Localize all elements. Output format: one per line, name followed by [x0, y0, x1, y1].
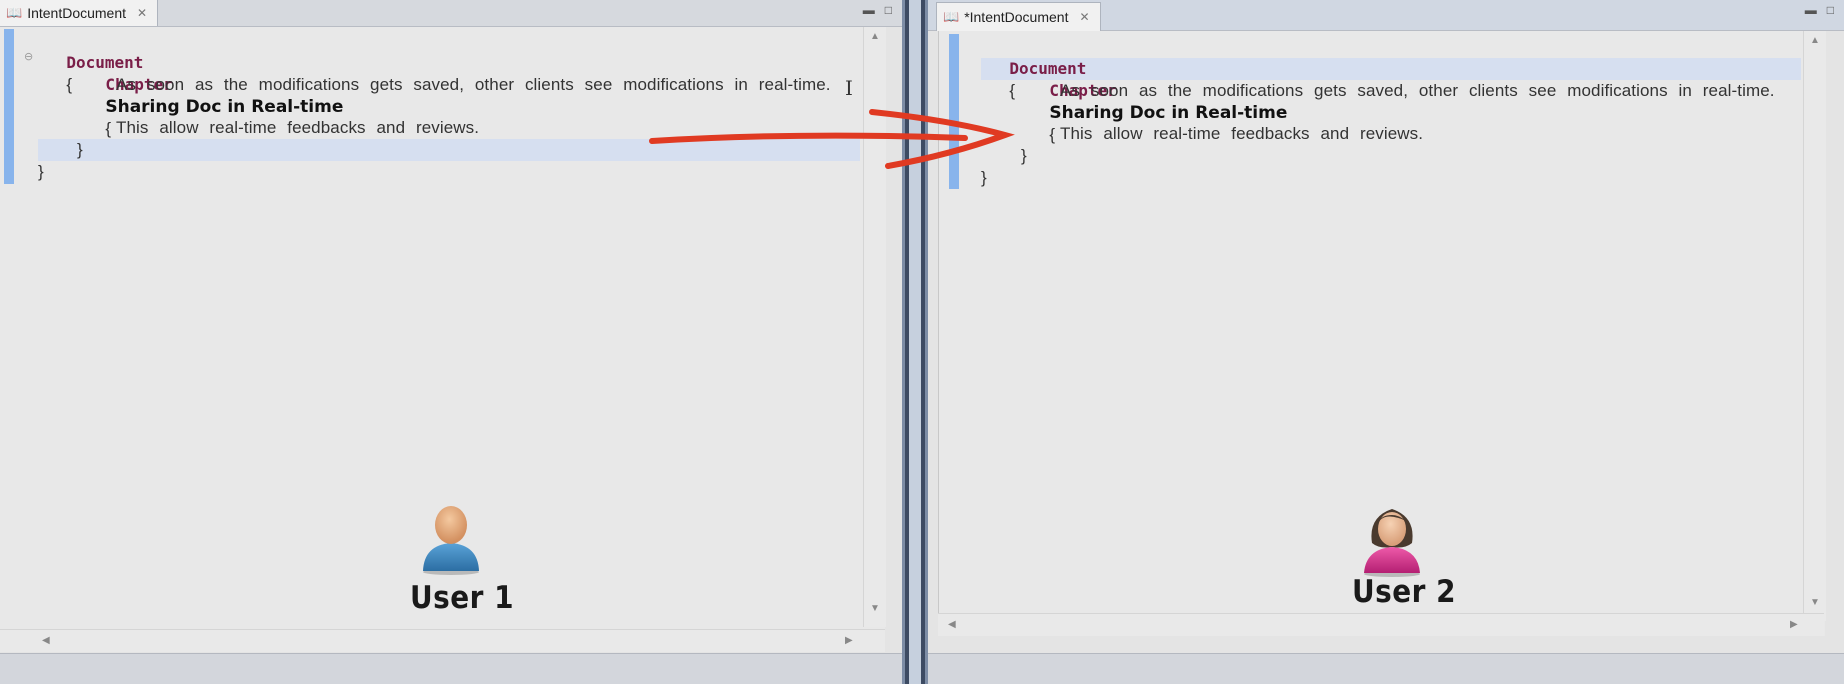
close-icon[interactable]: ✕: [1079, 10, 1089, 24]
right-editor-tab[interactable]: 📖 *IntentDocument ✕: [936, 2, 1101, 31]
book-icon: 📖: [6, 5, 23, 20]
minimize-icon[interactable]: ▬: [863, 3, 875, 17]
left-change-gutter: [4, 29, 14, 184]
document-close-brace: }: [981, 168, 987, 187]
maximize-icon[interactable]: □: [1827, 3, 1834, 17]
right-status-bar: [928, 653, 1844, 684]
window-divider[interactable]: [905, 0, 925, 684]
chapter-line: Chapter Sharing Doc in Real-time {: [1049, 81, 1288, 144]
left-horizontal-scrollbar[interactable]: ◀ ▶: [0, 629, 885, 652]
right-vertical-scrollbar[interactable]: ▲ ▼: [1803, 31, 1826, 621]
document-close-brace: }: [38, 162, 44, 181]
left-tab-bar: 📖 IntentDocument ✕ ▬ □: [0, 0, 902, 27]
book-icon: 📖: [943, 9, 960, 24]
scroll-left-arrow-icon[interactable]: ◀: [948, 619, 956, 630]
scroll-up-arrow-icon[interactable]: ▲: [1810, 35, 1820, 46]
chapter-line: Chapter Sharing Doc in Real-time {: [105, 75, 344, 138]
scroll-down-arrow-icon[interactable]: ▼: [870, 603, 880, 614]
right-tab-title: *IntentDocument: [964, 9, 1069, 25]
scroll-down-arrow-icon[interactable]: ▼: [1810, 597, 1820, 608]
current-line-highlight: [38, 139, 860, 161]
paragraph-line-1: As soon as the modifications gets saved,…: [116, 75, 831, 94]
chapter-close-brace: }: [1021, 146, 1027, 165]
female-user-icon: [1364, 509, 1420, 577]
paragraph-line-2: This allow real-time feedbacks and revie…: [116, 118, 480, 137]
collapse-icon[interactable]: ⊖: [24, 50, 33, 63]
left-vertical-scrollbar[interactable]: ▲ ▼: [863, 27, 886, 627]
scroll-up-arrow-icon[interactable]: ▲: [870, 31, 880, 42]
minimize-icon[interactable]: ▬: [1805, 3, 1817, 17]
right-change-gutter: [949, 34, 959, 189]
left-tab-title: IntentDocument: [27, 5, 127, 21]
text-cursor-icon: I: [845, 76, 853, 100]
left-text-editor[interactable]: ⊖ Document { Chapter Sharing Doc in Real…: [0, 27, 886, 629]
user-2-label: User 2: [1352, 574, 1457, 610]
user-1-label: User 1: [410, 580, 515, 616]
document-line: Document {: [1009, 59, 1087, 100]
right-editor-window: 📖 *IntentDocument ✕ ▬ □ Document { Chapt…: [925, 0, 1844, 684]
scroll-left-arrow-icon[interactable]: ◀: [42, 635, 50, 646]
left-editor-tab[interactable]: 📖 IntentDocument ✕: [0, 0, 159, 26]
paragraph-line-2: This allow real-time feedbacks and revie…: [1060, 124, 1424, 143]
left-window-controls: ▬ □: [863, 3, 892, 17]
chapter-close-brace: }: [77, 140, 83, 159]
right-horizontal-scrollbar[interactable]: ◀ ▶: [938, 613, 1824, 636]
maximize-icon[interactable]: □: [885, 3, 892, 17]
paragraph-line-1: As soon as the modifications gets saved,…: [1060, 81, 1775, 100]
chapter-title: Sharing Doc in Real-time: [1049, 103, 1288, 123]
left-editor-window: 📖 IntentDocument ✕ ▬ □ ⊖ Document { Chap…: [0, 0, 905, 684]
scroll-right-arrow-icon[interactable]: ▶: [845, 635, 853, 646]
close-icon[interactable]: ✕: [137, 6, 147, 20]
right-window-controls: ▬ □: [1805, 3, 1834, 17]
left-status-bar: [0, 653, 902, 684]
male-user-icon: [423, 506, 479, 575]
right-text-editor[interactable]: Document { Chapter Sharing Doc in Real-t…: [938, 31, 1826, 636]
scroll-right-arrow-icon[interactable]: ▶: [1790, 619, 1798, 630]
document-line: Document {: [66, 53, 144, 94]
right-tab-bar: 📖 *IntentDocument ✕ ▬ □: [928, 0, 1844, 31]
chapter-title: Sharing Doc in Real-time: [105, 97, 344, 117]
